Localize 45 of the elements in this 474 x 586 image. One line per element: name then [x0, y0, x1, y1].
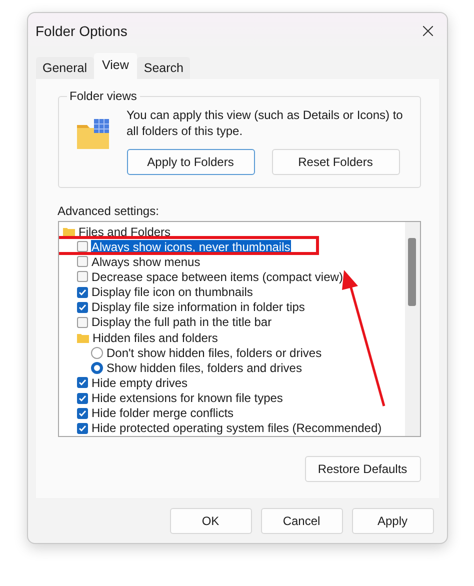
group-title: Folder views	[68, 89, 138, 103]
setting-label[interactable]: Display the full path in the title bar	[90, 315, 273, 330]
setting-label[interactable]: Don't show hidden files, folders or drives	[106, 346, 323, 360]
checkbox[interactable]	[76, 408, 88, 419]
tab[interactable]: Search	[136, 57, 190, 79]
checkbox[interactable]	[76, 271, 88, 282]
checkbox[interactable]	[76, 256, 88, 268]
setting-label[interactable]: Decrease space between items (compact view)	[90, 270, 344, 284]
checkbox[interactable]	[76, 377, 88, 388]
folder-view-button[interactable]: Reset Folders	[272, 149, 400, 175]
setting-label[interactable]: Display file icon on thumbnails	[90, 285, 254, 300]
radio-button[interactable]	[90, 346, 102, 359]
checkbox[interactable]	[76, 302, 88, 313]
description-text: You can apply this view (such as Details or Icons) to all folders of this type.	[126, 107, 404, 139]
section-label: Advanced settings:	[58, 204, 160, 218]
setting-label[interactable]: Hide empty drives	[90, 376, 189, 390]
setting-label[interactable]: Always show menus	[90, 254, 202, 269]
setting-label[interactable]: Hide folder merge conflicts	[90, 406, 235, 420]
setting-label[interactable]: Hide extensions for known file types	[90, 391, 284, 406]
setting-label[interactable]: Files and Folders	[78, 224, 172, 239]
checkbox[interactable]	[76, 241, 88, 252]
checkbox[interactable]	[76, 316, 88, 328]
dialog-button[interactable]: Apply	[352, 508, 434, 534]
setting-label[interactable]: Show hidden files, folders and drives	[106, 360, 303, 375]
checkbox[interactable]	[76, 392, 88, 404]
tab[interactable]: View	[94, 53, 137, 79]
dialog-button[interactable]: Cancel	[260, 508, 342, 534]
dialog-button[interactable]: OK	[170, 508, 252, 534]
folder-view-button[interactable]: Apply to Folders	[126, 149, 254, 175]
window-title: Folder Options	[36, 23, 128, 39]
setting-label[interactable]: Hidden files and folders	[92, 330, 219, 345]
checkbox[interactable]	[76, 422, 88, 434]
scrollbar-thumb[interactable]	[408, 238, 416, 306]
setting-label[interactable]: Hide protected operating system files (Recommended)	[90, 421, 383, 436]
close-icon[interactable]	[422, 26, 432, 36]
setting-label[interactable]: Display file size information in folder tips	[90, 300, 306, 314]
radio-button[interactable]	[90, 362, 102, 374]
checkbox[interactable]	[76, 286, 88, 298]
setting-label[interactable]: Always show icons, never thumbnails	[90, 240, 292, 254]
tab[interactable]: General	[36, 57, 94, 79]
restore-defaults-button[interactable]: Restore Defaults	[304, 456, 420, 482]
folder-icon	[62, 226, 74, 237]
folder-icon	[76, 332, 88, 343]
scrollbar[interactable]	[404, 222, 420, 436]
folder-icon	[76, 119, 108, 149]
